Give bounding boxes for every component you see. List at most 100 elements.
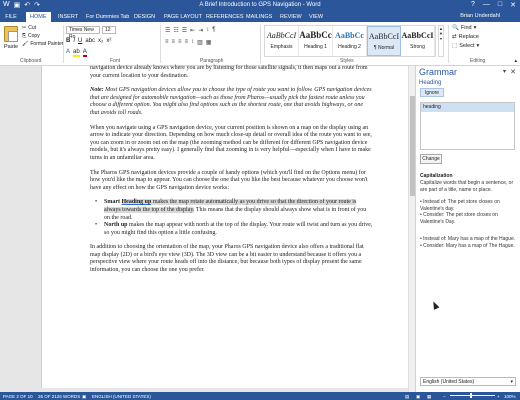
help-button[interactable]: ? — [471, 1, 475, 9]
tab-references[interactable]: REFERENCES — [202, 12, 248, 22]
paste-button[interactable]: Paste — [4, 44, 18, 50]
status-language[interactable]: ENGLISH (UNITED STATES) — [92, 394, 151, 399]
bullet-bold: Smart — [104, 199, 122, 206]
bullets-icon[interactable]: ☰ — [165, 27, 170, 34]
align-left-icon[interactable]: ≡ — [165, 39, 169, 46]
document-body[interactable]: navigation device already knows where yo… — [90, 65, 373, 282]
tab-insert[interactable]: INSERT — [54, 12, 82, 22]
style-name: Strong — [410, 44, 425, 50]
divider — [63, 25, 64, 63]
note-paragraph: Note: Most GPS navigation devices allow … — [90, 87, 373, 117]
superscript-button[interactable]: x² — [106, 38, 111, 44]
language-select[interactable]: English (United States) ▾ — [420, 377, 516, 386]
pane-options-icon[interactable]: ▾ — [503, 68, 506, 75]
italic-button[interactable]: I — [73, 38, 75, 44]
decrease-indent-icon[interactable]: ⇤ — [190, 27, 195, 34]
close-icon[interactable]: ✕ — [510, 68, 516, 76]
style-sample: AaBbCcI — [266, 31, 297, 40]
status-bar: PAGE 2 OF 10 26 OF 2126 WORDS ▣ ENGLISH … — [0, 392, 520, 400]
close-button[interactable]: ✕ — [510, 1, 516, 9]
highlight-icon[interactable]: ab — [73, 49, 80, 57]
find-label: Find — [460, 25, 472, 31]
tab-page-layout[interactable]: PAGE LAYOUT — [160, 12, 206, 22]
font-size-combo[interactable]: 12 — [102, 26, 116, 34]
tab-review[interactable]: REVIEW — [276, 12, 306, 22]
user-name[interactable]: Brian Underdahl — [460, 13, 500, 19]
bold-button[interactable]: B — [66, 38, 70, 44]
document-page[interactable]: navigation device already knows where yo… — [41, 65, 413, 392]
language-value: English (United States) — [423, 379, 475, 385]
suggestion-item[interactable]: heading — [421, 103, 514, 112]
example-line: • Instead of: The pet store closes on Va… — [420, 199, 500, 212]
line-spacing-icon[interactable]: ↕ — [191, 39, 194, 46]
format-painter-button[interactable]: 🖌 Format Painter — [22, 41, 63, 47]
sort-icon[interactable]: ↕ — [206, 27, 209, 34]
cut-button[interactable]: ✂ Cut — [22, 25, 36, 31]
ribbon-tabs: FILE HOME INSERT For Dummies Tab DESIGN … — [0, 11, 520, 22]
zoom-level[interactable]: 100% — [504, 394, 516, 399]
flagged-word[interactable]: Heading up — [121, 199, 152, 206]
change-button[interactable]: Change — [420, 154, 442, 164]
web-layout-icon[interactable]: ▦ — [427, 394, 431, 400]
align-center-icon[interactable]: ≡ — [172, 39, 176, 46]
read-mode-icon[interactable]: ▤ — [405, 394, 409, 400]
subscript-button[interactable]: x₂ — [98, 38, 103, 44]
chevron-down-icon: ▾ — [476, 43, 480, 49]
font-color-row: A ab A — [66, 49, 87, 57]
style-name: Emphasis — [270, 44, 293, 50]
style-normal[interactable]: AaBbCcI ¶ Normal — [367, 26, 401, 56]
select-icon: ⬚ — [452, 43, 458, 49]
suggestions-list[interactable]: heading — [420, 102, 515, 150]
grammar-pane: Grammar ▾ ✕ Heading Ignore heading Chang… — [415, 66, 520, 392]
find-button[interactable]: 🔍 Find ▾ — [452, 25, 476, 31]
borders-icon[interactable]: ▦ — [206, 39, 212, 46]
justify-icon[interactable]: ≡ — [185, 39, 189, 46]
page-count[interactable]: PAGE 2 OF 10 — [3, 394, 33, 399]
style-emphasis[interactable]: AaBbCcI Emphasis — [265, 26, 299, 56]
shading-icon[interactable]: ▨ — [197, 39, 203, 46]
select-button[interactable]: ⬚ Select ▾ — [452, 43, 479, 49]
zoom-slider[interactable] — [450, 395, 495, 396]
ignore-button[interactable]: Ignore — [420, 88, 444, 97]
tab-for-dummies[interactable]: For Dummies Tab — [82, 12, 133, 22]
text-effects-icon[interactable]: A — [66, 49, 70, 57]
font-name-combo[interactable]: Times New Ro — [66, 26, 100, 40]
style-heading-2[interactable]: AaBbCc Heading 2 — [333, 26, 367, 56]
zoom-slider-thumb[interactable] — [470, 393, 472, 398]
multilevel-list-icon[interactable]: ☰ — [182, 27, 187, 34]
proofing-icon[interactable]: ▣ — [82, 394, 86, 400]
maximize-button[interactable]: □ — [498, 1, 502, 9]
show-marks-icon[interactable]: ¶ — [212, 27, 215, 34]
align-right-icon[interactable]: ≡ — [178, 39, 182, 46]
strikethrough-button[interactable]: abc — [85, 38, 95, 44]
style-heading-1[interactable]: AaBbCc Heading 1 — [299, 26, 333, 56]
replace-button[interactable]: ⇄ Replace — [452, 34, 479, 40]
style-strong[interactable]: AaBbCcI Strong — [401, 26, 435, 56]
increase-indent-icon[interactable]: ⇥ — [198, 27, 203, 34]
styles-scroll[interactable]: ▲ ▼ ▾ — [438, 25, 444, 57]
chevron-down-icon: ▾ — [510, 379, 513, 385]
paragraph: When you navigate using a GPS navigation… — [90, 124, 372, 161]
zoom-in-icon[interactable]: + — [497, 394, 500, 399]
tab-view[interactable]: VIEW — [305, 12, 327, 22]
tab-home[interactable]: HOME — [26, 12, 51, 22]
minimize-button[interactable]: — — [483, 1, 490, 9]
word-count[interactable]: 26 OF 2126 WORDS — [38, 394, 80, 399]
flagged-text: Heading — [419, 80, 442, 86]
collapse-ribbon-icon[interactable]: ▴ — [514, 58, 517, 64]
style-sample: AaBbCc — [335, 31, 364, 40]
tab-design[interactable]: DESIGN — [130, 12, 159, 22]
tab-mailings[interactable]: MAILINGS — [242, 12, 276, 22]
numbering-icon[interactable]: ☷ — [173, 27, 178, 34]
paragraph: navigation device already knows where yo… — [90, 65, 368, 79]
paste-icon[interactable] — [4, 26, 18, 42]
underline-button[interactable]: U — [78, 38, 82, 44]
paragraph-group-label: Paragraph — [200, 58, 224, 64]
print-layout-icon[interactable]: ▣ — [416, 394, 420, 400]
font-color-icon[interactable]: A — [82, 49, 87, 57]
copy-button[interactable]: ⎘ Copy — [22, 33, 40, 39]
tab-file[interactable]: FILE — [0, 12, 22, 22]
vertical-scrollbar[interactable] — [408, 66, 415, 392]
paragraph: The Pharos GPS navigation devices provid… — [90, 169, 368, 191]
zoom-out-icon[interactable]: − — [443, 394, 446, 399]
